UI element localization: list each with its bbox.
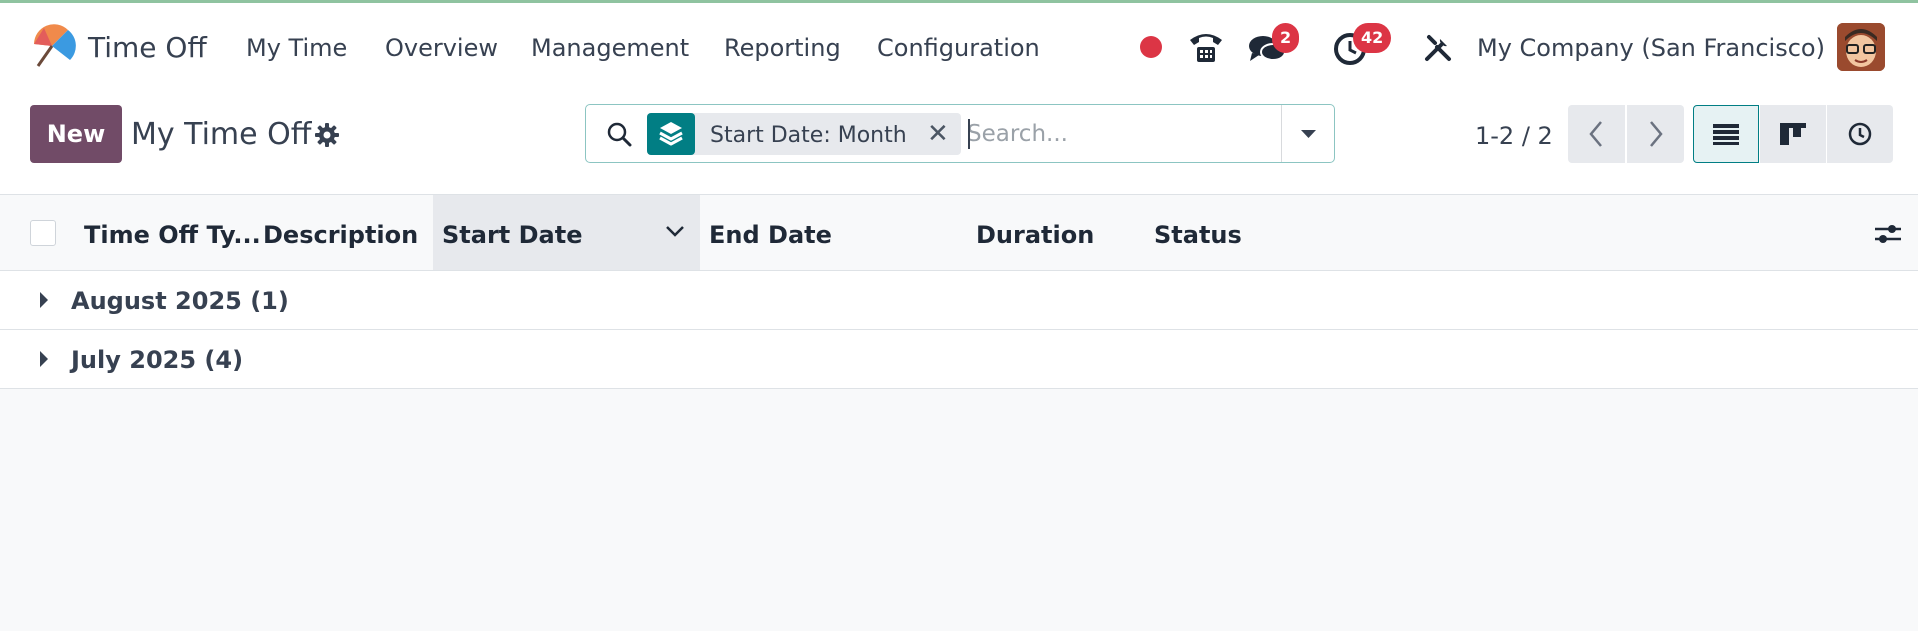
debug-tools-icon[interactable]	[1423, 33, 1453, 63]
pager-previous-button[interactable]	[1568, 105, 1625, 163]
search-facet: Start Date: Month ✕	[647, 113, 961, 155]
control-panel: New My Time Off Start Date: Month ✕ Sear…	[0, 91, 1918, 194]
group-row[interactable]: August 2025 (1)	[0, 271, 1918, 330]
column-start-date[interactable]: Start Date	[442, 221, 582, 249]
facet-label: Start Date: Month	[710, 123, 907, 148]
column-time-off-type[interactable]: Time Off Ty...	[84, 221, 261, 249]
facet-remove-icon[interactable]: ✕	[927, 119, 949, 149]
search-options-toggle[interactable]	[1282, 105, 1335, 162]
view-title: My Time Off	[131, 117, 312, 152]
menu-management[interactable]: Management	[531, 34, 689, 62]
user-avatar[interactable]	[1837, 23, 1885, 71]
chevron-left-icon	[1589, 121, 1602, 147]
menu-overview[interactable]: Overview	[385, 34, 498, 62]
search-icon[interactable]	[606, 121, 632, 147]
select-all-checkbox[interactable]	[30, 220, 56, 246]
kanban-view-button[interactable]	[1760, 105, 1826, 163]
column-status[interactable]: Status	[1154, 221, 1242, 249]
menu-my-time[interactable]: My Time	[246, 34, 347, 62]
list-view-button[interactable]	[1693, 105, 1759, 163]
column-end-date[interactable]: End Date	[709, 221, 832, 249]
chevron-right-icon	[1650, 121, 1663, 147]
optional-columns-sliders-icon[interactable]	[1873, 221, 1903, 247]
kanban-view-icon	[1780, 123, 1806, 145]
list-view-icon	[1713, 124, 1739, 145]
time-off-app-icon[interactable]	[28, 20, 76, 68]
text-cursor	[968, 119, 970, 149]
phone-icon[interactable]	[1187, 30, 1225, 64]
search-input[interactable]	[967, 117, 1267, 151]
caret-right-icon	[40, 351, 48, 367]
menu-configuration[interactable]: Configuration	[877, 34, 1040, 62]
group-row[interactable]: July 2025 (4)	[0, 330, 1918, 389]
column-duration[interactable]: Duration	[976, 221, 1094, 249]
sort-chevron-down-icon[interactable]	[664, 223, 686, 239]
status-dot-icon[interactable]	[1139, 35, 1163, 59]
gear-icon[interactable]	[314, 122, 340, 148]
group-label: August 2025 (1)	[71, 287, 289, 315]
activities-badge: 42	[1353, 23, 1392, 53]
main-navbar: Time Off My Time Overview Management Rep…	[0, 3, 1918, 91]
caret-right-icon	[40, 292, 48, 308]
facet-layers-icon	[647, 113, 695, 155]
clock-icon	[1848, 122, 1872, 146]
menu-reporting[interactable]: Reporting	[724, 34, 841, 62]
new-button[interactable]: New	[30, 105, 122, 163]
messages-badge: 2	[1272, 23, 1300, 53]
pager-value[interactable]: 1-2 / 2	[1475, 122, 1553, 150]
column-description[interactable]: Description	[263, 221, 418, 249]
company-switcher[interactable]: My Company (San Francisco)	[1477, 34, 1825, 62]
activity-view-button[interactable]	[1827, 105, 1893, 163]
pager-next-button[interactable]	[1627, 105, 1684, 163]
chevron-down-icon	[1301, 130, 1316, 138]
avatar-face-icon	[1837, 23, 1885, 71]
app-name[interactable]: Time Off	[88, 31, 207, 64]
search-bar: Start Date: Month ✕	[585, 104, 1335, 163]
group-label: July 2025 (4)	[71, 346, 244, 374]
list-header: Time Off Ty... Description Start Date En…	[0, 194, 1918, 271]
